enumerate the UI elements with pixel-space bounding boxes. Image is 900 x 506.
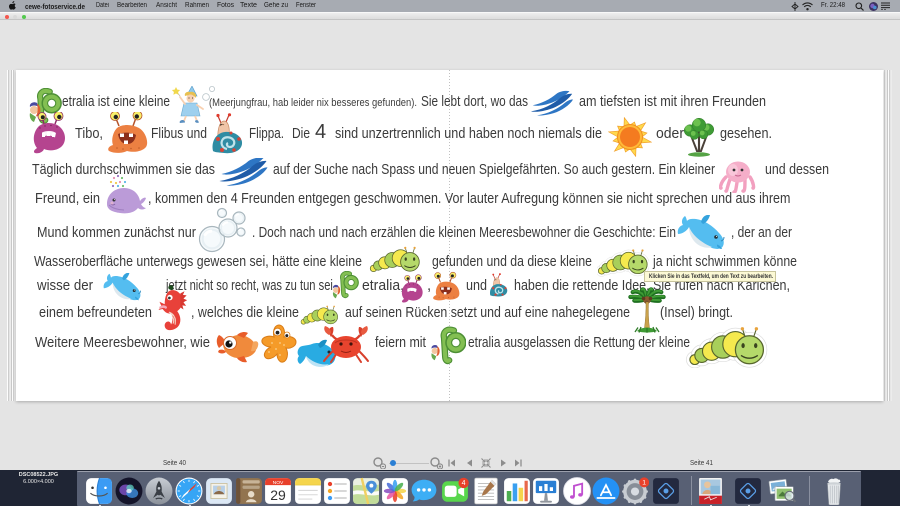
svg-text:29: 29 bbox=[270, 487, 286, 503]
svg-text:4: 4 bbox=[462, 480, 466, 487]
svg-text:1: 1 bbox=[642, 479, 646, 486]
svg-text:NOV: NOV bbox=[273, 479, 284, 485]
